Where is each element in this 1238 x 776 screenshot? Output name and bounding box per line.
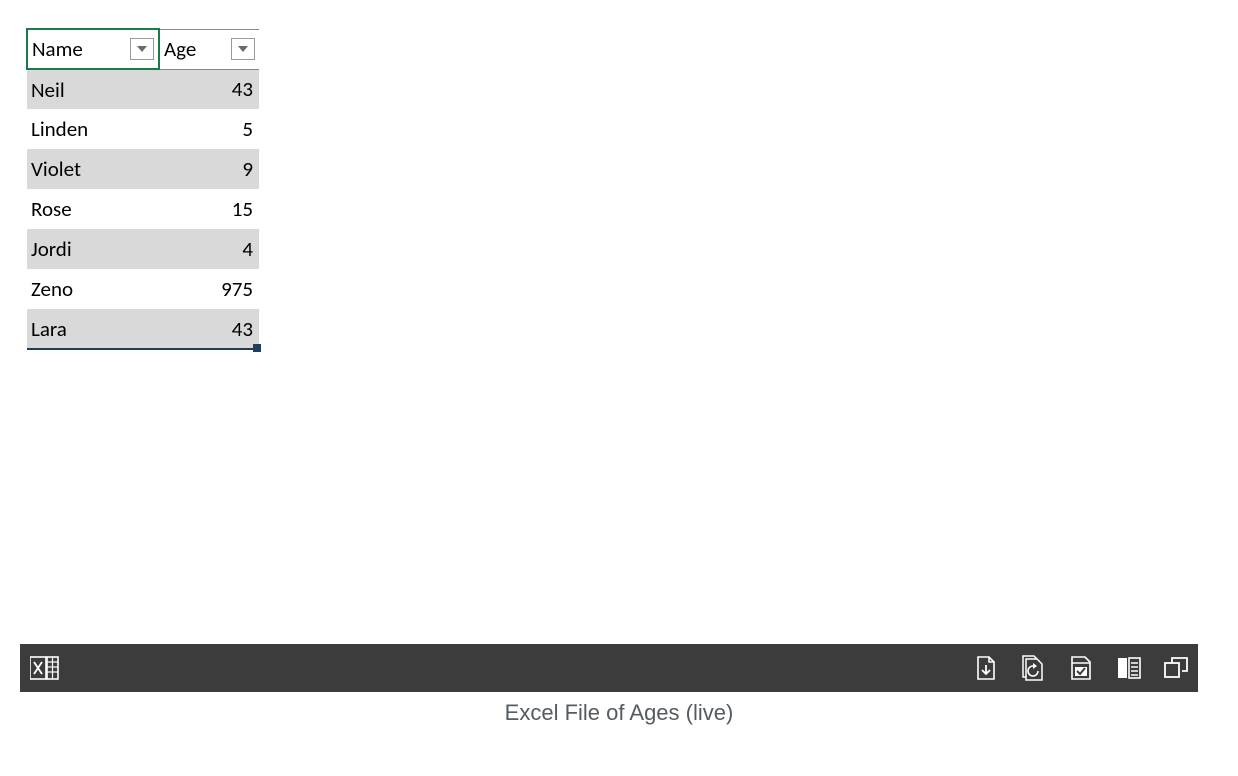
popout-icon[interactable] xyxy=(1164,657,1188,679)
status-bar xyxy=(20,644,1198,692)
cell-age[interactable]: 9 xyxy=(159,149,259,189)
header-row: Name Age xyxy=(27,29,259,69)
checked-page-icon[interactable] xyxy=(1068,655,1094,681)
filter-button-age[interactable] xyxy=(231,38,255,60)
header-name-text: Name xyxy=(32,36,83,62)
cell-age[interactable]: 975 xyxy=(159,269,259,309)
cell-name[interactable]: Neil xyxy=(27,69,159,109)
cell-age[interactable]: 43 xyxy=(159,69,259,109)
table-row[interactable]: Zeno975 xyxy=(27,269,259,309)
status-bar-left xyxy=(30,654,60,682)
table-row[interactable]: Neil43 xyxy=(27,69,259,109)
table-row[interactable]: Rose15 xyxy=(27,189,259,229)
caption-text: Excel File of Ages (live) xyxy=(0,700,1238,726)
table-row[interactable]: Jordi4 xyxy=(27,229,259,269)
cell-age[interactable]: 4 xyxy=(159,229,259,269)
table-body: Neil43Linden5Violet9Rose15Jordi4Zeno975L… xyxy=(27,69,259,349)
header-name[interactable]: Name xyxy=(27,29,159,69)
header-age[interactable]: Age xyxy=(159,29,259,69)
cell-name[interactable]: Jordi xyxy=(27,229,159,269)
status-bar-right xyxy=(974,655,1188,681)
selection-handle[interactable] xyxy=(253,344,261,352)
cell-name[interactable]: Zeno xyxy=(27,269,159,309)
cell-name[interactable]: Rose xyxy=(27,189,159,229)
cell-age[interactable]: 15 xyxy=(159,189,259,229)
table-row[interactable]: Lara43 xyxy=(27,309,259,349)
cell-age[interactable]: 5 xyxy=(159,109,259,149)
chevron-down-icon xyxy=(237,45,249,53)
filter-button-name[interactable] xyxy=(130,38,154,60)
cell-name[interactable]: Lara xyxy=(27,309,159,349)
cell-name[interactable]: Linden xyxy=(27,109,159,149)
reading-view-icon[interactable] xyxy=(1116,656,1142,680)
excel-icon[interactable] xyxy=(30,654,60,682)
header-age-text: Age xyxy=(160,36,196,62)
table-row[interactable]: Violet9 xyxy=(27,149,259,189)
data-table: Name Age xyxy=(26,28,259,350)
download-page-icon[interactable] xyxy=(974,655,998,681)
table-row[interactable]: Linden5 xyxy=(27,109,259,149)
refresh-page-icon[interactable] xyxy=(1020,655,1046,681)
chevron-down-icon xyxy=(136,45,148,53)
spreadsheet-table: Name Age xyxy=(26,28,259,350)
cell-name[interactable]: Violet xyxy=(27,149,159,189)
cell-age[interactable]: 43 xyxy=(159,309,259,349)
